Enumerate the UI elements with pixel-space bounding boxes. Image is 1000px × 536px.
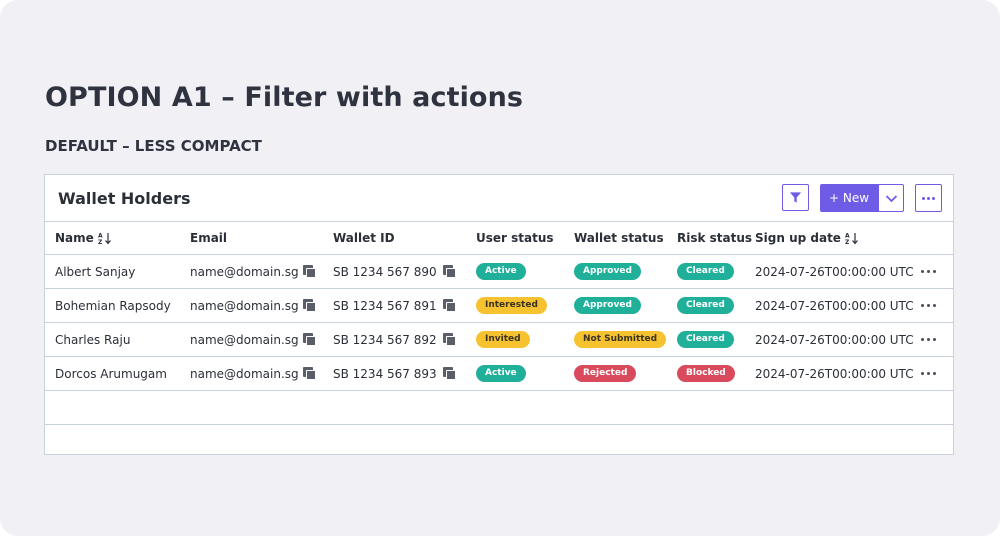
cell-email: name@domain.sg — [190, 323, 316, 356]
email-text: name@domain.sg — [190, 264, 299, 279]
panel-header: Wallet Holders + New — [45, 175, 953, 222]
cell-wallet-id: SB 1234 567 892 — [333, 323, 456, 356]
cell-wallet-status: Not Submitted — [574, 323, 667, 356]
copy-icon[interactable] — [442, 299, 456, 312]
wallet-holders-table: Name A Z Email Wallet ID User status Wal… — [45, 222, 953, 458]
cell-sign-up-date: 2024-07-26T00:00:00 UTC — [755, 366, 914, 381]
cell-user-status: Active — [476, 357, 526, 390]
wallet-holders-panel: Wallet Holders + New Name A Z Email Wall… — [44, 174, 954, 455]
cell-wallet-id: SB 1234 567 893 — [333, 357, 456, 390]
cell-email: name@domain.sg — [190, 357, 316, 390]
table-row[interactable]: Dorcos Arumugam name@domain.sg SB 1234 567… — [45, 357, 953, 391]
table-row[interactable]: Charles Raju name@domain.sg SB 1234 567 89… — [45, 323, 953, 357]
wallet-status-badge: Rejected — [574, 365, 637, 382]
risk-status-badge: Cleared — [677, 297, 734, 314]
copy-icon[interactable] — [302, 265, 316, 278]
wallet-id-text: SB 1234 567 892 — [333, 332, 437, 347]
column-header-email: Email — [190, 231, 228, 245]
more-horizontal-icon — [921, 270, 936, 273]
column-label: Sign up date — [755, 231, 841, 245]
table-row[interactable]: Albert Sanjay name@domain.sg SB 1234 567 8… — [45, 255, 953, 289]
copy-icon[interactable] — [442, 333, 456, 346]
new-button[interactable]: + New — [820, 184, 878, 212]
cell-wallet-status: Approved — [574, 255, 641, 288]
column-header-name[interactable]: Name A Z — [55, 222, 112, 254]
more-horizontal-icon — [922, 196, 935, 200]
column-header-user-status: User status — [476, 231, 554, 245]
wallet-status-badge: Not Submitted — [574, 331, 667, 348]
sort-az-icon[interactable]: A Z — [845, 232, 859, 245]
cell-sign-up-date: 2024-07-26T00:00:00 UTC — [755, 264, 914, 279]
cell-name: Dorcos Arumugam — [55, 366, 167, 381]
wallet-id-text: SB 1234 567 893 — [333, 366, 437, 381]
risk-status-badge: Blocked — [677, 365, 735, 382]
cell-risk-status: Blocked — [677, 357, 735, 390]
filter-icon — [789, 192, 802, 203]
cell-name: Charles Raju — [55, 332, 131, 347]
table-body: Albert Sanjay name@domain.sg SB 1234 567 8… — [45, 255, 953, 458]
cell-email: name@domain.sg — [190, 255, 316, 288]
column-header-wallet-status: Wallet status — [574, 231, 664, 245]
table-row[interactable]: Bohemian Rapsody name@domain.sg SB 1234 56… — [45, 289, 953, 323]
cell-risk-status: Cleared — [677, 289, 734, 322]
cell-wallet-status: Rejected — [574, 357, 637, 390]
more-horizontal-icon — [921, 304, 936, 307]
email-text: name@domain.sg — [190, 332, 299, 347]
copy-icon[interactable] — [302, 367, 316, 380]
more-horizontal-icon — [921, 338, 936, 341]
row-actions-button[interactable] — [921, 255, 936, 288]
user-status-badge: Interested — [476, 297, 547, 314]
wallet-status-badge: Approved — [574, 263, 641, 280]
cell-wallet-status: Approved — [574, 289, 641, 322]
copy-icon[interactable] — [302, 299, 316, 312]
wallet-id-text: SB 1234 567 891 — [333, 298, 437, 313]
page-canvas: OPTION A1 – Filter with actions DEFAULT … — [0, 0, 1000, 536]
page-subtitle: DEFAULT – LESS COMPACT — [45, 137, 262, 155]
more-horizontal-icon — [921, 372, 936, 375]
email-text: name@domain.sg — [190, 298, 299, 313]
cell-email: name@domain.sg — [190, 289, 316, 322]
wallet-status-badge: Approved — [574, 297, 641, 314]
user-status-badge: Invited — [476, 331, 530, 348]
filter-button[interactable] — [782, 184, 809, 211]
sort-az-icon[interactable]: A Z — [98, 232, 112, 245]
panel-title: Wallet Holders — [58, 189, 191, 208]
row-actions-button[interactable] — [921, 357, 936, 390]
column-header-risk-status: Risk status — [677, 231, 753, 245]
cell-sign-up-date: 2024-07-26T00:00:00 UTC — [755, 332, 914, 347]
row-actions-button[interactable] — [921, 323, 936, 356]
more-actions-button[interactable] — [915, 184, 942, 212]
cell-user-status: Interested — [476, 289, 547, 322]
cell-risk-status: Cleared — [677, 255, 734, 288]
new-options-button[interactable] — [878, 184, 904, 212]
copy-icon[interactable] — [442, 367, 456, 380]
cell-name: Albert Sanjay — [55, 264, 136, 279]
column-label: Name — [55, 231, 94, 245]
svg-text:Z: Z — [98, 239, 103, 245]
copy-icon[interactable] — [442, 265, 456, 278]
email-text: name@domain.sg — [190, 366, 299, 381]
column-header-sign-up-date[interactable]: Sign up date A Z — [755, 222, 859, 254]
wallet-id-text: SB 1234 567 890 — [333, 264, 437, 279]
table-header: Name A Z Email Wallet ID User status Wal… — [45, 222, 953, 255]
empty-table-row — [45, 391, 953, 425]
risk-status-badge: Cleared — [677, 263, 734, 280]
row-actions-button[interactable] — [921, 289, 936, 322]
risk-status-badge: Cleared — [677, 331, 734, 348]
chevron-down-icon — [885, 194, 897, 202]
cell-wallet-id: SB 1234 567 890 — [333, 255, 456, 288]
cell-user-status: Active — [476, 255, 526, 288]
user-status-badge: Active — [476, 365, 526, 382]
column-header-wallet-id: Wallet ID — [333, 231, 395, 245]
user-status-badge: Active — [476, 263, 526, 280]
cell-name: Bohemian Rapsody — [55, 298, 171, 313]
cell-risk-status: Cleared — [677, 323, 734, 356]
copy-icon[interactable] — [302, 333, 316, 346]
empty-table-row — [45, 425, 953, 458]
page-title: OPTION A1 – Filter with actions — [45, 82, 524, 113]
cell-sign-up-date: 2024-07-26T00:00:00 UTC — [755, 298, 914, 313]
svg-text:Z: Z — [845, 239, 850, 245]
cell-user-status: Invited — [476, 323, 530, 356]
cell-wallet-id: SB 1234 567 891 — [333, 289, 456, 322]
